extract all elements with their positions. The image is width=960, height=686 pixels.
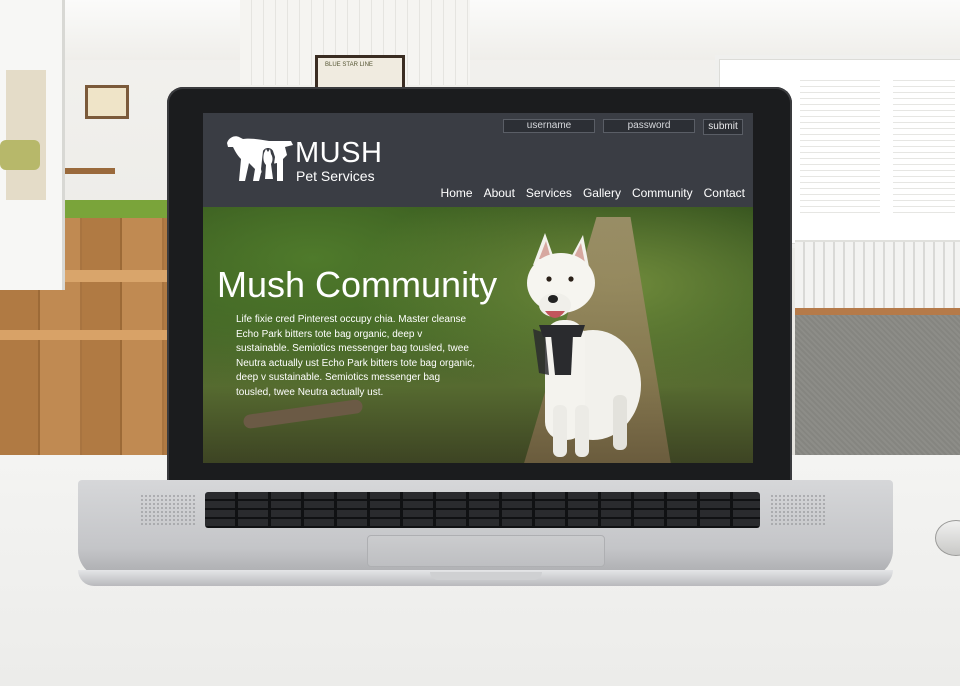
nav-services[interactable]: Services <box>526 186 572 200</box>
hero-banner: Mush Community Life fixie cred Pinterest… <box>203 207 753 463</box>
trackpad <box>367 535 605 567</box>
hero-title: Mush Community <box>217 264 498 305</box>
nav-about[interactable]: About <box>484 186 515 200</box>
floor-step <box>0 330 175 340</box>
nav-contact[interactable]: Contact <box>704 186 745 200</box>
nav-home[interactable]: Home <box>441 186 473 200</box>
login-bar: username password submit <box>503 119 743 135</box>
password-input[interactable]: password <box>603 119 695 133</box>
main-nav: Home About Services Gallery Community Co… <box>441 186 745 200</box>
door-glass <box>6 70 46 200</box>
laptop-screen: username password submit MUSH Pet Servic… <box>203 113 753 463</box>
nav-gallery[interactable]: Gallery <box>583 186 621 200</box>
logo-title[interactable]: MUSH <box>295 138 382 168</box>
username-input[interactable]: username <box>503 119 595 133</box>
site-header: username password submit MUSH Pet Servic… <box>203 113 753 207</box>
wall-picture <box>85 85 129 119</box>
nav-community[interactable]: Community <box>632 186 693 200</box>
dog-cat-logo-icon[interactable] <box>225 129 297 187</box>
radiator <box>795 240 960 312</box>
hero-body-text: Life fixie cred Pinterest occupy chia. M… <box>236 314 476 398</box>
sofa <box>0 140 40 170</box>
wall-poster-text: BLUE STAR LINE <box>325 62 373 68</box>
wall-poster <box>315 55 405 91</box>
ceiling <box>0 0 960 60</box>
coffee-table <box>65 168 115 174</box>
white-dog-photo <box>527 233 641 457</box>
fallen-log <box>242 398 364 430</box>
logo-subtitle: Pet Services <box>296 168 375 184</box>
window-shutter <box>800 75 880 215</box>
laptop-notch <box>430 572 542 580</box>
green-rug <box>54 200 186 218</box>
submit-button[interactable]: submit <box>703 119 743 135</box>
speaker-grille-left <box>140 494 195 526</box>
carpet <box>795 315 960 455</box>
speaker-grille-right <box>770 494 825 526</box>
window-shutter <box>893 75 955 215</box>
keyboard <box>205 492 760 528</box>
